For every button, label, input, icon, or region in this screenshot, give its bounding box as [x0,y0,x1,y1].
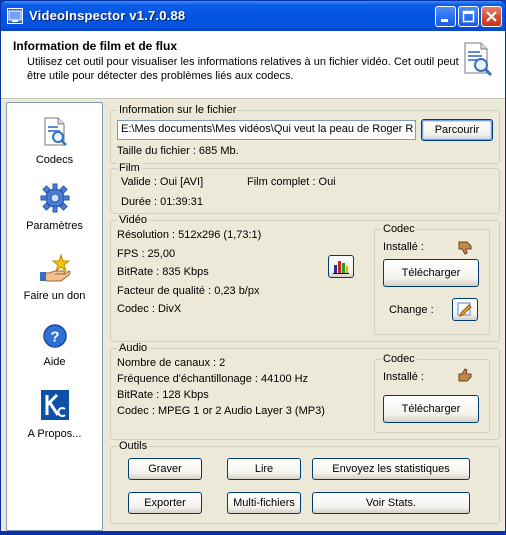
group-legend: Film [117,162,142,174]
send-stats-button[interactable]: Envoyez les statistiques [312,458,470,480]
export-button[interactable]: Exporter [128,492,202,514]
sidebar-item-donate[interactable]: Faire un don [7,253,102,302]
film-duration: Durée : 01:39:31 [121,196,203,208]
maximize-button[interactable] [458,6,479,27]
sidebar-item-parametres[interactable]: Paramètres [7,183,102,232]
title-bar[interactable]: VideoInspector v1.7.0.88 [1,1,505,31]
window-title: VideoInspector v1.7.0.88 [29,8,186,23]
sidebar-item-label: Faire un don [23,290,86,302]
video-codec-download-button[interactable]: Télécharger [383,259,479,287]
main-window: VideoInspector v1.7.0.88 Information de … [0,0,506,535]
file-path-input[interactable]: E:\Mes documents\Mes vidéos\Qui veut la … [117,120,416,140]
sidebar-item-help[interactable]: ? Aide [7,323,102,368]
thumbs-up-icon [457,368,473,387]
minimize-button[interactable] [435,6,456,27]
tools-group: Outils Graver Lire Envoyez les statistiq… [110,440,500,524]
window-border-bottom [1,531,505,534]
gear-icon [7,183,102,216]
video-codec: Codec : DivX [117,303,182,315]
video-quality: Facteur de qualité : 0,23 b/px [117,285,260,297]
sidebar-item-label: Aide [43,356,66,368]
inspector-document-icon [461,41,493,80]
view-stats-button[interactable]: Voir Stats. [312,492,470,514]
browse-button[interactable]: Parcourir [421,119,493,141]
video-fps: FPS : 25,00 [117,248,176,260]
donate-hand-icon [7,253,102,286]
codec-installed-label: Installé : [383,371,424,383]
group-legend: Codec [381,353,417,365]
sidebar-item-label: Codecs [35,154,74,166]
group-legend: Vidéo [117,214,149,226]
film-complete: Film complet : Oui [247,176,336,188]
file-size: Taille du fichier : 685 Mb. [117,145,239,157]
play-button[interactable]: Lire [227,458,301,480]
group-legend: Codec [381,223,417,235]
burn-button[interactable]: Graver [128,458,202,480]
sidebar-item-codecs[interactable]: Codecs [7,117,102,166]
codec-change-label: Change : [389,304,434,316]
thumbs-down-icon [457,239,473,258]
group-legend: Information sur le fichier [117,104,239,116]
video-codec-box: Codec Installé : Télécharger Change : [374,223,490,335]
audio-codec: Codec : MPEG 1 or 2 Audio Layer 3 (MP3) [117,405,325,417]
sidebar-item-label: A Propos... [27,428,82,440]
film-valid: Valide : Oui [AVI] [121,176,204,188]
video-group: Vidéo Résolution : 512x296 (1,73:1) FPS … [110,214,500,342]
header-description: Utilisez cet outil pour visualiser les i… [27,56,459,82]
sidebar-item-label: Paramètres [26,220,83,232]
multi-files-button[interactable]: Multi-fichiers [227,492,301,514]
header-panel: Information de film et de flux Utilisez … [1,31,505,99]
audio-codec-box: Codec Installé : Télécharger [374,353,490,433]
video-resolution: Résolution : 512x296 (1,73:1) [117,229,262,241]
audio-sample-rate: Fréquence d'échantillonage : 44100 Hz [117,373,309,385]
audio-channels: Nombre de canaux : 2 [117,357,226,369]
header-title: Information de film et de flux [13,39,178,53]
app-icon [7,8,23,24]
codecs-document-icon [7,117,102,150]
edit-icon [453,302,477,317]
help-icon: ? [7,323,102,352]
close-button[interactable] [481,6,502,27]
codec-change-button[interactable] [452,298,478,321]
sidebar-item-about[interactable]: A Propos... [7,389,102,440]
audio-group: Audio Nombre de canaux : 2 Fréquence d'é… [110,342,500,440]
sidebar: Codecs Paramètres Faire un don ? Aide A … [6,102,103,531]
film-group: Film Valide : Oui [AVI] Film complet : O… [110,162,500,214]
video-bitrate: BitRate : 835 Kbps [117,266,209,278]
svg-text:?: ? [50,329,59,346]
bar-chart-icon [329,259,353,274]
codec-installed-label: Installé : [383,241,424,253]
file-info-group: Information sur le fichier E:\Mes docume… [110,104,500,164]
group-legend: Audio [117,342,150,354]
video-stats-button[interactable] [328,255,354,278]
group-legend: Outils [117,440,150,452]
main-content: Information sur le fichier E:\Mes docume… [106,102,502,531]
audio-bitrate: BitRate : 128 Kbps [117,389,209,401]
about-logo-icon [7,389,102,424]
audio-codec-download-button[interactable]: Télécharger [383,395,479,423]
